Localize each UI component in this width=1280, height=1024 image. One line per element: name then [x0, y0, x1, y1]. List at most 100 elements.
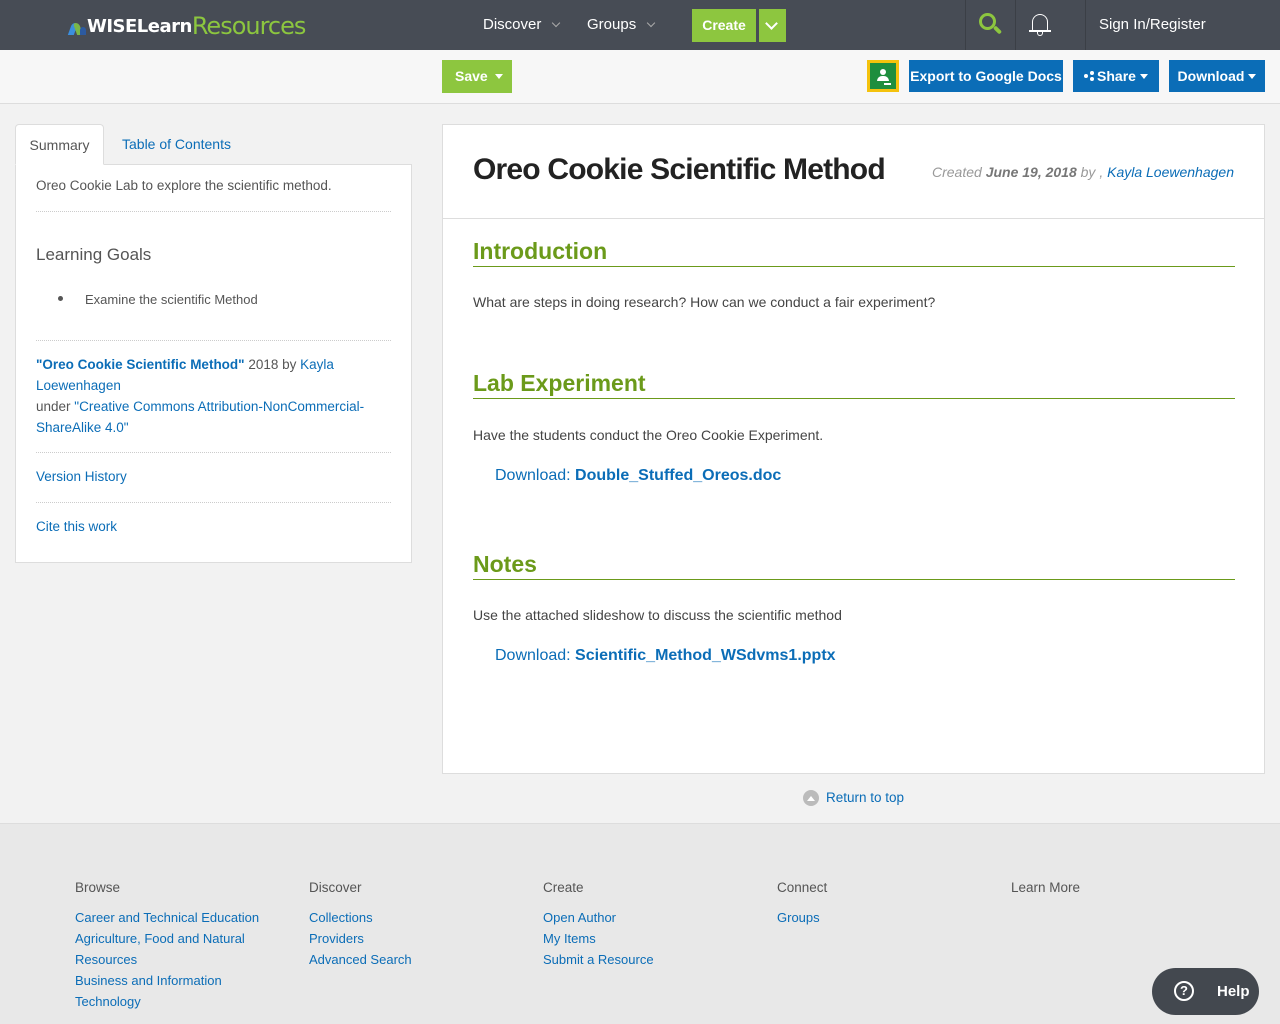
meta-by-label: by ,: [1076, 164, 1108, 180]
chevron-down-icon: [552, 18, 561, 28]
share-button-label: Share: [1097, 68, 1136, 84]
chevron-down-icon: [765, 17, 778, 30]
footer-heading: Connect: [777, 880, 828, 895]
meta-date: June 19, 2018: [985, 164, 1077, 180]
download-file-link[interactable]: Double_Stuffed_Oreos.doc: [575, 467, 781, 484]
footer-column-discover: Discover Collections Providers Advanced …: [309, 880, 509, 970]
version-history-link[interactable]: Version History: [36, 469, 127, 484]
learning-goal-item: Examine the scientific Method: [85, 292, 258, 307]
save-button[interactable]: Save: [442, 60, 512, 93]
return-to-top-label: Return to top: [826, 790, 905, 805]
nav-discover-label: Discover: [483, 16, 542, 33]
share-button[interactable]: Share: [1073, 60, 1159, 92]
download-file-name: Double_Stuffed_Oreos.doc: [575, 467, 782, 484]
footer-link[interactable]: Submit a Resource: [543, 949, 743, 970]
download-button[interactable]: Download: [1169, 60, 1265, 92]
divider: [36, 340, 391, 341]
nav-discover[interactable]: Discover: [483, 0, 561, 50]
footer-heading: Discover: [309, 880, 362, 895]
google-classroom-icon[interactable]: [867, 60, 899, 92]
nav-groups-label: Groups: [587, 16, 637, 33]
attribution: "Oreo Cookie Scientific Method" 2018 by …: [36, 354, 376, 438]
meta-author-link[interactable]: Kayla Loewenhagen: [1107, 164, 1234, 180]
footer-heading: Learn More: [1011, 880, 1081, 895]
tab-table-of-contents[interactable]: Table of Contents: [122, 124, 231, 165]
footer-link[interactable]: Providers: [309, 928, 509, 949]
summary-text: Oreo Cookie Lab to explore the scientifi…: [36, 178, 332, 193]
nav-divider: [1085, 0, 1086, 50]
footer-link[interactable]: Groups: [777, 907, 977, 928]
cite-this-work-link[interactable]: Cite this work: [36, 519, 117, 534]
divider: [443, 218, 1264, 219]
license-link[interactable]: "Creative Commons Attribution-NonCommerc…: [36, 399, 364, 435]
nav-divider: [965, 0, 966, 50]
footer-column-connect: Connect Groups: [777, 880, 977, 928]
return-to-top-link[interactable]: Return to top: [803, 788, 904, 808]
top-navbar: WISELearn Resources Discover Groups Crea…: [0, 0, 1280, 50]
download-button-label: Download: [1177, 68, 1245, 84]
footer-column-learn-more: Learn More: [1011, 880, 1211, 907]
summary-panel: Oreo Cookie Lab to explore the scientifi…: [15, 164, 412, 563]
caret-down-icon: [1248, 73, 1257, 79]
logo-mark-icon: [67, 21, 86, 35]
footer-link[interactable]: Agriculture, Food and Natural Resources: [75, 928, 265, 970]
resource-content-card: Oreo Cookie Scientific Method Created Ju…: [442, 124, 1265, 774]
chevron-down-icon: [646, 18, 656, 28]
question-circle-icon: ?: [1174, 981, 1194, 1001]
download-file-link[interactable]: Scientific_Method_WSdvms1.pptx: [575, 647, 836, 664]
section-text-introduction: What are steps in doing research? How ca…: [473, 294, 936, 310]
arrow-up-circle-icon: [803, 790, 819, 806]
attribution-title: "Oreo Cookie Scientific Method": [36, 357, 245, 372]
divider: [36, 452, 391, 453]
download-label: Download:: [495, 647, 576, 664]
attribution-under: under: [36, 399, 75, 414]
footer-heading: Browse: [75, 880, 121, 895]
nav-groups[interactable]: Groups: [587, 0, 656, 50]
footer-column-browse: Browse Career and Technical Education Ag…: [75, 880, 265, 1012]
learning-goals-heading: Learning Goals: [36, 245, 152, 264]
save-button-label: Save: [455, 68, 488, 84]
search-icon[interactable]: [978, 12, 1004, 38]
download-file-name: Scientific_Method_WSdvms1.pptx: [575, 647, 836, 664]
footer-link[interactable]: Open Author: [543, 907, 743, 928]
export-google-docs-button[interactable]: Export to Google Docs: [909, 60, 1063, 92]
download-label: Download:: [495, 467, 576, 484]
help-button[interactable]: ? Help: [1152, 968, 1259, 1015]
bullet-icon: [58, 296, 63, 301]
help-button-label: Help: [1217, 983, 1250, 1000]
section-heading-lab-experiment: Lab Experiment: [473, 370, 1235, 399]
footer-link[interactable]: Career and Technical Education: [75, 907, 265, 928]
footer-link[interactable]: Advanced Search: [309, 949, 509, 970]
nav-divider: [1015, 0, 1016, 50]
site-footer: Browse Career and Technical Education Ag…: [0, 823, 1280, 1024]
divider: [36, 502, 391, 503]
section-text-lab-experiment: Have the students conduct the Oreo Cooki…: [473, 427, 824, 443]
create-button[interactable]: Create: [692, 9, 756, 42]
divider: [36, 211, 391, 212]
footer-link[interactable]: Business and Information Technology: [75, 970, 265, 1012]
attribution-year: 2018 by: [244, 357, 301, 372]
footer-link[interactable]: Collections: [309, 907, 509, 928]
section-text-notes: Use the attached slideshow to discuss th…: [473, 607, 842, 623]
download-line: Download: Double_Stuffed_Oreos.doc: [495, 467, 781, 485]
meta-created-label: Created: [931, 164, 986, 180]
caret-down-icon: [1139, 73, 1148, 79]
attribution-title-link[interactable]: "Oreo Cookie Scientific Method": [36, 357, 245, 372]
logo-wiselearn: WISELearn: [87, 16, 192, 37]
site-logo[interactable]: WISELearn Resources: [67, 10, 307, 40]
footer-column-create: Create Open Author My Items Submit a Res…: [543, 880, 743, 970]
section-heading-notes: Notes: [473, 551, 1235, 580]
resource-meta: Created June 19, 2018 by , Kayla Loewenh…: [932, 164, 1234, 180]
caret-down-icon: [494, 73, 503, 79]
resource-toolbar: Save Export to Google Docs Share Downloa…: [0, 50, 1280, 104]
create-dropdown-toggle[interactable]: [759, 9, 786, 42]
logo-resources: Resources: [191, 12, 307, 40]
sign-in-register-link[interactable]: Sign In/Register: [1099, 0, 1206, 50]
download-line: Download: Scientific_Method_WSdvms1.pptx: [495, 647, 836, 665]
page-title: Oreo Cookie Scientific Method: [473, 153, 886, 186]
section-heading-introduction: Introduction: [473, 238, 1235, 267]
footer-link[interactable]: My Items: [543, 928, 743, 949]
tab-summary[interactable]: Summary: [15, 124, 104, 165]
bell-icon[interactable]: [1029, 12, 1051, 38]
footer-heading: Create: [543, 880, 584, 895]
